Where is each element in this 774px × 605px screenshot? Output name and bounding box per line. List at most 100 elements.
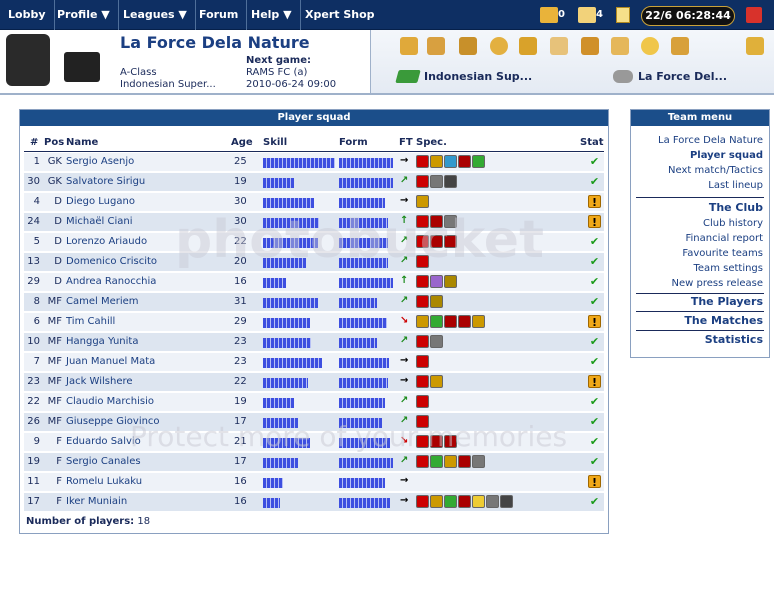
nav-help[interactable]: Help ▼ [243, 0, 301, 30]
player-name[interactable]: Andrea Ranocchia [66, 276, 156, 287]
menu-section-the-matches[interactable]: The Matches [684, 314, 763, 327]
player-name[interactable]: Michaël Ciani [66, 216, 132, 227]
status-ok-icon: ✔ [589, 335, 600, 348]
tools-icon[interactable] [746, 37, 764, 55]
shorts-icon[interactable] [64, 52, 100, 82]
finance-icon[interactable] [490, 37, 508, 55]
player-row[interactable]: 26 MF Giuseppe Giovinco 17 ↗ ✔ [24, 413, 604, 432]
player-row[interactable]: 19 F Sergio Canales 17 ↗ ✔ [24, 453, 604, 472]
player-name[interactable]: Eduardo Salvio [66, 436, 141, 447]
col-num[interactable]: # [30, 137, 38, 148]
nav-leagues[interactable]: Leagues ▼ [115, 0, 196, 30]
nav-lobby[interactable]: Lobby [0, 0, 55, 30]
player-row[interactable]: 8 MF Camel Meriem 31 ↗ ✔ [24, 293, 604, 312]
specialty-icon [486, 495, 499, 508]
menu-divider [636, 330, 764, 331]
player-row[interactable]: 30 GK Salvatore Sirigu 19 ↗ ✔ [24, 173, 604, 192]
player-row[interactable]: 13 D Domenico Criscito 20 ↗ ✔ [24, 253, 604, 272]
player-name[interactable]: Tim Cahill [66, 316, 115, 327]
training-icon[interactable] [400, 37, 418, 55]
player-name[interactable]: Hangga Yunita [66, 336, 138, 347]
specialty-icon [430, 315, 443, 328]
specialty-icon [416, 155, 429, 168]
menu-item-player-squad[interactable]: Player squad [690, 150, 763, 161]
transfer-icon[interactable] [427, 37, 445, 55]
specialty-icon [416, 255, 429, 268]
staff-icon[interactable] [671, 37, 689, 55]
player-name[interactable]: Juan Manuel Mata [66, 356, 155, 367]
player-row[interactable]: 29 D Andrea Ranocchia 16 ↑ ✔ [24, 273, 604, 292]
scout-icon[interactable] [519, 37, 537, 55]
nav-xpert-shop[interactable]: Xpert Shop [297, 0, 383, 30]
team-selector[interactable]: La Force Del... [638, 68, 727, 86]
player-row[interactable]: 5 D Lorenzo Ariaudo 22 ↗ ✔ [24, 233, 604, 252]
player-row[interactable]: 1 GK Sergio Asenjo 25 → ✔ [24, 153, 604, 172]
search-icon[interactable] [611, 37, 629, 55]
player-name[interactable]: Giuseppe Giovinco [66, 416, 160, 427]
player-row[interactable]: 9 F Eduardo Salvio 21 ↘ ✔ [24, 433, 604, 452]
nav-forum[interactable]: Forum [191, 0, 248, 30]
player-name[interactable]: Iker Muniain [66, 496, 127, 507]
menu-item-club-name[interactable]: La Force Dela Nature [658, 135, 763, 146]
player-name[interactable]: Camel Meriem [66, 296, 139, 307]
menu-item-financial-report[interactable]: Financial report [685, 233, 763, 244]
notes-icon[interactable] [578, 7, 596, 23]
player-name[interactable]: Sergio Canales [66, 456, 141, 467]
col-skill[interactable]: Skill [263, 137, 287, 148]
logout-icon[interactable] [746, 7, 762, 23]
player-row[interactable]: 6 MF Tim Cahill 29 ↘! [24, 313, 604, 332]
col-age[interactable]: Age [231, 137, 253, 148]
stadium-icon[interactable] [581, 37, 599, 55]
player-row[interactable]: 23 MF Jack Wilshere 22 →! [24, 373, 604, 392]
col-form[interactable]: Form [339, 137, 368, 148]
menu-item-new-press-release[interactable]: New press release [672, 278, 763, 289]
menu-item-team-settings[interactable]: Team settings [694, 263, 764, 274]
player-row[interactable]: 4 D Diego Lugano 30 →! [24, 193, 604, 212]
col-name[interactable]: Name [66, 137, 98, 148]
player-name[interactable]: Salvatore Sirigu [66, 176, 145, 187]
player-name[interactable]: Sergio Asenjo [66, 156, 134, 167]
player-name[interactable]: Claudio Marchisio [66, 396, 154, 407]
col-spec[interactable]: Spec. [416, 137, 447, 148]
col-stat[interactable]: Stat [580, 137, 604, 148]
menu-item-next-match[interactable]: Next match/Tactics [668, 165, 763, 176]
next-game-opponent[interactable]: RAMS FC (a) [246, 67, 307, 78]
player-number: 1 [33, 156, 40, 167]
youth-icon[interactable] [459, 37, 477, 55]
mail-icon[interactable] [540, 7, 558, 23]
col-ft[interactable]: FT [399, 137, 413, 148]
skill-bar [263, 238, 318, 248]
player-name[interactable]: Diego Lugano [66, 196, 135, 207]
menu-section-the-club[interactable]: The Club [709, 201, 763, 214]
shirt-icon[interactable] [6, 34, 50, 86]
player-row[interactable]: 10 MF Hangga Yunita 23 ↗ ✔ [24, 333, 604, 352]
menu-item-club-history[interactable]: Club history [703, 218, 763, 229]
menu-item-favourite-teams[interactable]: Favourite teams [682, 248, 763, 259]
report-icon[interactable] [550, 37, 568, 55]
player-row[interactable]: 7 MF Juan Manuel Mata 23 → ✔ [24, 353, 604, 372]
player-count: Number of players: 18 [26, 516, 150, 527]
smiley-icon[interactable] [641, 37, 659, 55]
menu-divider [636, 197, 764, 198]
player-name[interactable]: Romelu Lukaku [66, 476, 142, 487]
club-league[interactable]: Indonesian Super... [120, 79, 216, 90]
league-selector[interactable]: Indonesian Sup... [424, 68, 532, 86]
player-name[interactable]: Jack Wilshere [66, 376, 133, 387]
player-row[interactable]: 17 F Iker Muniain 16 → ✔ [24, 493, 604, 512]
menu-section-statistics[interactable]: Statistics [705, 333, 763, 346]
player-row[interactable]: 22 MF Claudio Marchisio 19 ↗ ✔ [24, 393, 604, 412]
player-name[interactable]: Domenico Criscito [66, 256, 157, 267]
league-pitch-icon [395, 70, 421, 83]
specialty-icon [416, 295, 429, 308]
skill-bar [263, 478, 283, 488]
player-row[interactable]: 24 D Michaël Ciani 30 ↑! [24, 213, 604, 232]
notepad-icon[interactable] [616, 7, 630, 23]
player-number: 26 [27, 416, 40, 427]
menu-item-last-lineup[interactable]: Last lineup [708, 180, 763, 191]
nav-profile[interactable]: Profile ▼ [49, 0, 119, 30]
player-name[interactable]: Lorenzo Ariaudo [66, 236, 147, 247]
col-pos[interactable]: Pos [44, 137, 64, 148]
menu-section-the-players[interactable]: The Players [691, 295, 763, 308]
player-number: 23 [27, 376, 40, 387]
player-row[interactable]: 11 F Romelu Lukaku 16 →! [24, 473, 604, 492]
